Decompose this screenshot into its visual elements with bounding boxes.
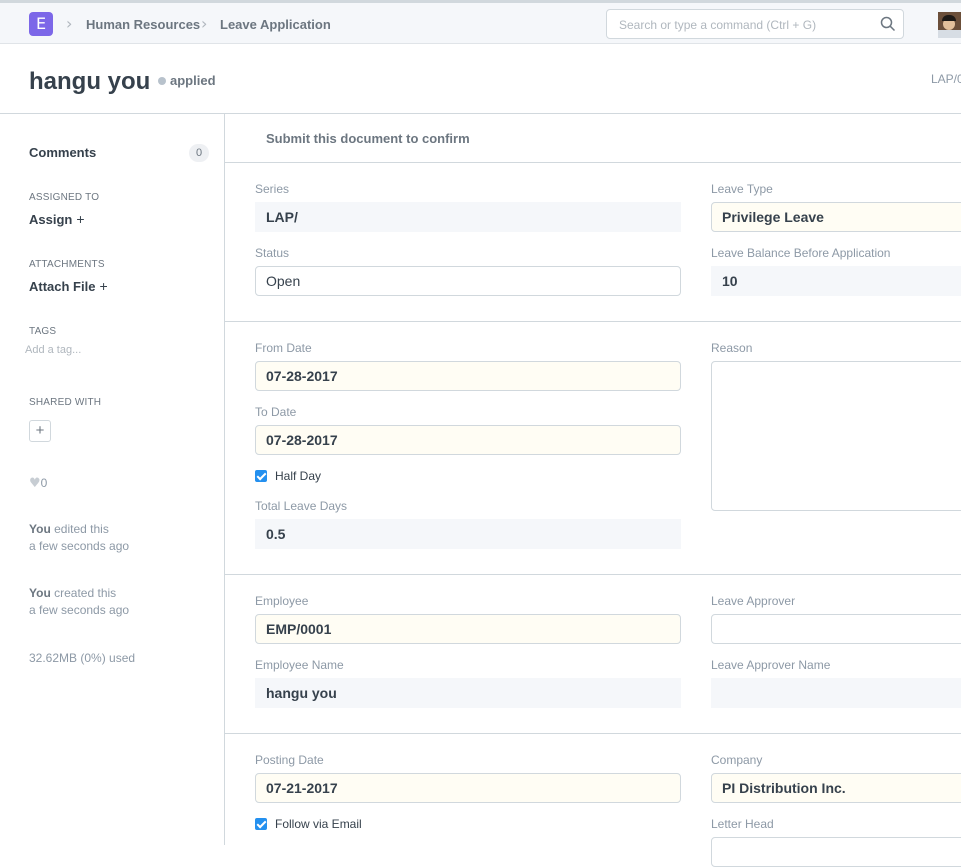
total-leave-days-value: 0.5: [255, 519, 681, 549]
attach-file-button[interactable]: Attach File +: [29, 278, 108, 294]
form-layout: Submit this document to confirm Series L…: [225, 114, 961, 867]
follow-via-email-checkbox[interactable]: [255, 818, 267, 830]
company-label: Company: [711, 753, 763, 767]
section-divider: [225, 321, 961, 322]
timeline-action: edited this: [54, 522, 109, 536]
status-select[interactable]: Open: [255, 266, 681, 296]
leave-type-input[interactable]: Privilege Leave: [711, 202, 961, 232]
plus-icon: +: [76, 211, 85, 227]
page-title: hangu you: [29, 68, 151, 95]
breadcrumb-human-resources[interactable]: Human Resources: [86, 17, 200, 32]
company-input[interactable]: PI Distribution Inc.: [711, 773, 961, 803]
letter-head-label: Letter Head: [711, 817, 774, 831]
series-value: LAP/: [255, 202, 681, 232]
section-divider: [225, 162, 961, 163]
letter-head-input[interactable]: [711, 837, 961, 867]
leave-approver-label: Leave Approver: [711, 594, 796, 608]
timeline-action: created this: [54, 586, 117, 600]
half-day-label: Half Day: [275, 469, 322, 483]
employee-name-label: Employee Name: [255, 658, 344, 672]
plus-icon: +: [35, 422, 45, 439]
employee-input[interactable]: EMP/0001: [255, 614, 681, 644]
section-divider: [225, 733, 961, 734]
status-label: Status: [255, 246, 290, 260]
attachments-label: ATTACHMENTS: [29, 259, 105, 270]
assigned-to-label: ASSIGNED TO: [29, 192, 100, 203]
heart-icon: ♥: [29, 476, 41, 491]
app-logo[interactable]: E: [29, 12, 53, 36]
navbar: E › Human Resources › Leave Application: [0, 0, 961, 44]
half-day-checkbox[interactable]: [255, 470, 267, 482]
timeline-user: You: [29, 586, 51, 600]
submit-message: Submit this document to confirm: [266, 131, 470, 146]
leave-balance-value: 10: [711, 266, 961, 296]
breadcrumb-leave-application[interactable]: Leave Application: [220, 17, 331, 32]
comments-link[interactable]: Comments: [29, 145, 96, 160]
posting-date-input[interactable]: 07-21-2017: [255, 773, 681, 803]
page-head: hangu you applied LAP/0: [0, 44, 961, 114]
shared-with-label: SHARED WITH: [29, 397, 102, 408]
search-icon[interactable]: [879, 15, 897, 33]
timeline-item: You edited this a few seconds ago: [29, 521, 129, 555]
from-date-label: From Date: [255, 341, 312, 355]
leave-approver-input[interactable]: [711, 614, 961, 644]
like-button[interactable]: ♥0: [29, 476, 47, 491]
document-name: LAP/0: [931, 72, 961, 86]
status-indicator: applied: [170, 73, 216, 88]
leave-approver-name-value: [711, 678, 961, 708]
follow-via-email-label: Follow via Email: [275, 817, 362, 831]
leave-balance-label: Leave Balance Before Application: [711, 246, 891, 260]
from-date-input[interactable]: 07-28-2017: [255, 361, 681, 391]
total-leave-days-label: Total Leave Days: [255, 499, 348, 513]
storage-usage: 32.62MB (0%) used: [29, 651, 136, 665]
reason-textarea[interactable]: [711, 361, 961, 511]
like-count: 0: [40, 476, 48, 490]
form-sidebar: Comments 0 ASSIGNED TO Assign + ATTACHMEN…: [0, 114, 225, 845]
series-label: Series: [255, 182, 290, 196]
timeline-item: You created this a few seconds ago: [29, 585, 129, 619]
leave-type-label: Leave Type: [711, 182, 773, 196]
chevron-right-icon: ›: [201, 14, 208, 33]
employee-label: Employee: [255, 594, 309, 608]
status-dot-icon: [158, 77, 166, 85]
share-add-button[interactable]: +: [29, 420, 51, 442]
attach-file-label: Attach File: [29, 279, 96, 294]
tag-input[interactable]: Add a tag...: [25, 344, 81, 356]
employee-name-value: hangu you: [255, 678, 681, 708]
plus-icon: +: [99, 278, 108, 294]
tags-label: TAGS: [29, 326, 57, 337]
to-date-label: To Date: [255, 405, 297, 419]
search-input[interactable]: [617, 17, 871, 33]
leave-approver-name-label: Leave Approver Name: [711, 658, 831, 672]
timeline-user: You: [29, 522, 51, 536]
to-date-input[interactable]: 07-28-2017: [255, 425, 681, 455]
section-divider: [225, 574, 961, 575]
timeline-time: a few seconds ago: [29, 539, 130, 553]
comments-count-badge: 0: [189, 144, 209, 162]
timeline-time: a few seconds ago: [29, 603, 130, 617]
search-box[interactable]: [606, 9, 904, 39]
reason-label: Reason: [711, 341, 753, 355]
user-avatar[interactable]: [938, 12, 961, 38]
chevron-right-icon: ›: [66, 14, 73, 33]
posting-date-label: Posting Date: [255, 753, 324, 767]
assign-label: Assign: [29, 212, 73, 227]
assign-button[interactable]: Assign +: [29, 211, 85, 227]
